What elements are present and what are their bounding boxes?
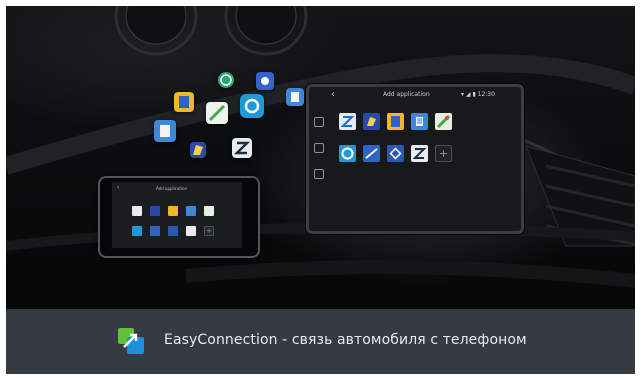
map-app-icon[interactable] bbox=[204, 206, 214, 216]
compass-app-icon[interactable] bbox=[387, 145, 404, 162]
nav-icon[interactable] bbox=[314, 143, 324, 153]
flag-app-icon bbox=[190, 142, 206, 158]
phone-display-title: Add application bbox=[156, 186, 188, 191]
z-app-icon[interactable] bbox=[186, 226, 196, 236]
note-app-icon[interactable] bbox=[168, 206, 178, 216]
dashboard-scene: ‹ Add application ▾ ◢ ▮ 12:30 + ‹ Add ap… bbox=[6, 6, 635, 309]
z-app-icon bbox=[232, 138, 252, 158]
car-status-bar: ▾ ◢ ▮ 12:30 bbox=[461, 91, 495, 98]
car-display-title: Add application bbox=[383, 91, 430, 98]
e-app-icon[interactable] bbox=[339, 145, 356, 162]
phone-display: ‹ Add application + bbox=[112, 182, 242, 248]
book-app-icon[interactable] bbox=[186, 206, 196, 216]
z-app-icon[interactable] bbox=[132, 206, 142, 216]
flag-app-icon[interactable] bbox=[363, 113, 380, 130]
back-icon[interactable]: ‹ bbox=[331, 89, 335, 100]
flag-app-icon[interactable] bbox=[150, 206, 160, 216]
car-display-header: ‹ Add application ▾ ◢ ▮ 12:30 bbox=[309, 87, 521, 105]
caption-text: EasyConnection - связь автомобиля с теле… bbox=[164, 332, 527, 348]
back-icon[interactable]: ‹ bbox=[117, 184, 119, 191]
e-app-icon[interactable] bbox=[132, 226, 142, 236]
book-app-icon bbox=[286, 88, 304, 106]
drive-app-icon[interactable] bbox=[150, 226, 160, 236]
phone-device: ‹ Add application + bbox=[98, 176, 260, 258]
book-app-icon[interactable] bbox=[411, 113, 428, 130]
z-app-icon[interactable] bbox=[339, 113, 356, 130]
car-display: ‹ Add application ▾ ◢ ▮ 12:30 + bbox=[306, 84, 524, 234]
promo-frame: ‹ Add application ▾ ◢ ▮ 12:30 + ‹ Add ap… bbox=[6, 6, 635, 374]
gear-app-icon bbox=[256, 72, 274, 90]
book-app-icon bbox=[154, 120, 176, 142]
e-app-icon bbox=[240, 94, 264, 118]
easyconnection-logo-icon bbox=[118, 328, 144, 354]
note-app-icon[interactable] bbox=[387, 113, 404, 130]
add-icon[interactable]: + bbox=[204, 226, 214, 236]
clock-app-icon bbox=[218, 72, 234, 88]
z-app-icon[interactable] bbox=[411, 145, 428, 162]
map-app-icon[interactable] bbox=[435, 113, 452, 130]
note-app-icon bbox=[174, 92, 194, 112]
add-icon[interactable]: + bbox=[435, 145, 452, 162]
sound-icon[interactable] bbox=[314, 169, 324, 179]
drive-app-icon[interactable] bbox=[363, 145, 380, 162]
compass-app-icon[interactable] bbox=[168, 226, 178, 236]
map-app-icon bbox=[206, 102, 228, 124]
home-icon[interactable] bbox=[314, 117, 324, 127]
car-display-nav bbox=[309, 107, 327, 217]
